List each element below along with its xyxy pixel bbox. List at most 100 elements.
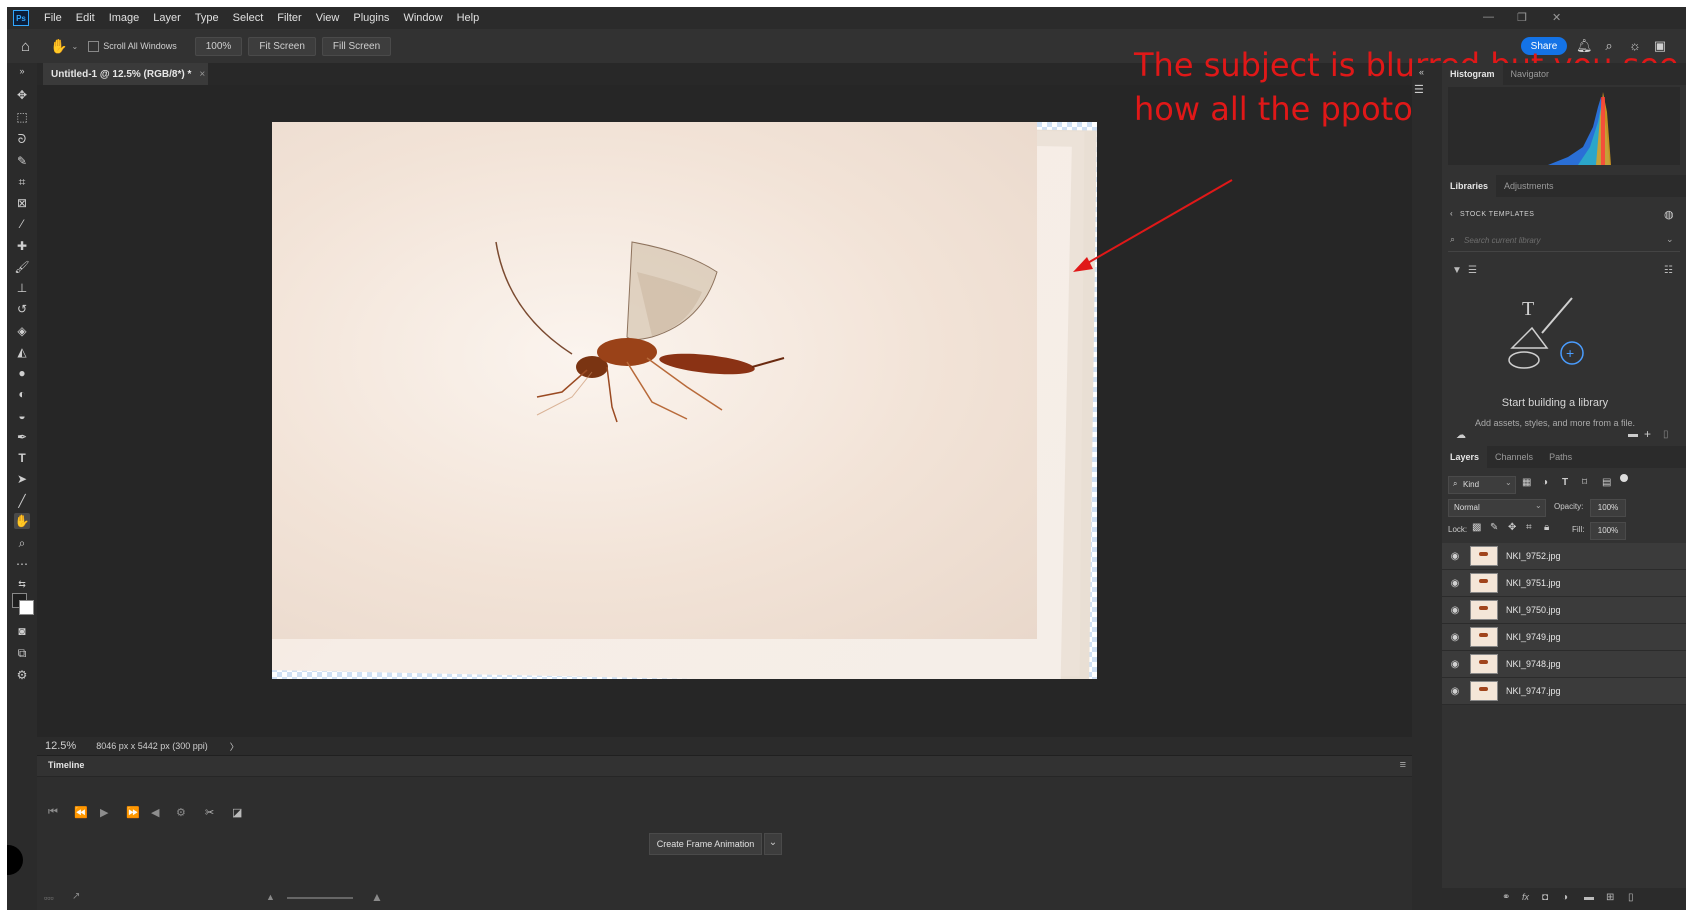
- eye-icon[interactable]: ◉: [1448, 551, 1462, 562]
- pixel-filter-icon[interactable]: ▦: [1522, 477, 1531, 488]
- tab-channels[interactable]: Channels: [1487, 446, 1541, 468]
- brush-tool-icon[interactable]: 🖌︎: [14, 259, 30, 275]
- filter-icon[interactable]: ▼: [1452, 265, 1462, 276]
- lasso-tool-icon[interactable]: ᘐ: [14, 131, 30, 147]
- lock-pixels-icon[interactable]: ✎: [1490, 522, 1498, 533]
- status-zoom[interactable]: 12.5%: [45, 740, 76, 752]
- more-tools-icon[interactable]: ⋯: [14, 556, 30, 572]
- menu-plugins[interactable]: Plugins: [346, 12, 396, 24]
- first-frame-icon[interactable]: ⏮: [48, 806, 58, 819]
- convert-icon[interactable]: ↗: [72, 891, 80, 902]
- document-canvas[interactable]: [272, 122, 1097, 679]
- zoom-out-icon[interactable]: ▲: [266, 892, 275, 902]
- layer-row[interactable]: ◉ NKI_9749.jpg: [1442, 624, 1686, 651]
- create-frame-animation-button[interactable]: Create Frame Animation: [649, 833, 762, 855]
- adjustment-filter-icon[interactable]: ◑: [1542, 477, 1548, 488]
- lock-position-icon[interactable]: ✥: [1508, 522, 1516, 533]
- screen-mode-icon[interactable]: ⧉: [14, 645, 30, 661]
- frame-tool-icon[interactable]: ⊠: [14, 195, 30, 211]
- quick-select-tool-icon[interactable]: ✎: [14, 153, 30, 169]
- hand-tool-icon[interactable]: ✋: [50, 38, 67, 55]
- filter-toggle[interactable]: [1620, 474, 1628, 482]
- menu-image[interactable]: Image: [102, 12, 147, 24]
- history-brush-tool-icon[interactable]: ↺: [14, 301, 30, 317]
- adjustment-layer-icon[interactable]: ◑: [1562, 892, 1568, 903]
- trash-icon[interactable]: ▯: [1663, 429, 1669, 440]
- type-tool-icon[interactable]: T: [14, 450, 30, 466]
- settings-icon[interactable]: ⚙: [176, 806, 186, 819]
- eye-icon[interactable]: ◉: [1448, 578, 1462, 589]
- scissors-icon[interactable]: ✂: [205, 806, 214, 819]
- play-icon[interactable]: ▶: [100, 806, 108, 819]
- eye-icon[interactable]: ◉: [1448, 659, 1462, 670]
- minimize-icon[interactable]: —: [1483, 11, 1494, 23]
- eye-icon[interactable]: ◉: [1448, 605, 1462, 616]
- menu-type[interactable]: Type: [188, 12, 226, 24]
- properties-icon[interactable]: ☰: [1414, 83, 1424, 96]
- transition-icon[interactable]: ◪: [232, 806, 242, 819]
- frames-icon[interactable]: ▫▫▫: [44, 893, 54, 903]
- account-icon[interactable]: ◍: [1664, 208, 1674, 221]
- eyedropper-tool-icon[interactable]: ⁄: [14, 216, 30, 232]
- expand-icon[interactable]: »: [14, 63, 30, 79]
- kind-filter-dropdown[interactable]: ⌕ Kind ⌄: [1448, 476, 1516, 494]
- scroll-all-checkbox[interactable]: [88, 40, 100, 52]
- layer-row[interactable]: ◉ NKI_9752.jpg: [1442, 543, 1686, 570]
- layer-row[interactable]: ◉ NKI_9748.jpg: [1442, 651, 1686, 678]
- panel-menu-icon[interactable]: ≡: [1400, 759, 1406, 771]
- add-mask-icon[interactable]: ◘: [1542, 892, 1548, 903]
- status-chevron-icon[interactable]: 〉: [230, 740, 239, 753]
- line-tool-icon[interactable]: ╱: [14, 493, 30, 509]
- fx-icon[interactable]: fx: [1522, 892, 1529, 902]
- menu-layer[interactable]: Layer: [146, 12, 188, 24]
- stamp-tool-icon[interactable]: ⊥: [14, 280, 30, 296]
- menu-edit[interactable]: Edit: [69, 12, 102, 24]
- menu-window[interactable]: Window: [396, 12, 449, 24]
- menu-view[interactable]: View: [309, 12, 347, 24]
- shape-filter-icon[interactable]: ⌑: [1582, 477, 1587, 488]
- new-group-icon[interactable]: ▬: [1584, 892, 1594, 903]
- zoom-tool-icon[interactable]: ⌕: [14, 535, 30, 551]
- sort-icon[interactable]: ☰: [1468, 265, 1477, 276]
- chevron-down-icon[interactable]: ⌄: [764, 833, 782, 855]
- library-search[interactable]: ⌕ Search current library ⌄: [1448, 231, 1680, 252]
- eye-icon[interactable]: ◉: [1448, 632, 1462, 643]
- previous-frame-icon[interactable]: ⏪: [74, 806, 88, 819]
- zoom-100-button[interactable]: 100%: [194, 36, 243, 56]
- zoom-slider[interactable]: [287, 897, 353, 899]
- move-tool-icon[interactable]: ✥: [14, 87, 30, 103]
- chevron-down-icon[interactable]: ⌄: [1666, 234, 1674, 245]
- crop-tool-icon[interactable]: ⌗: [14, 174, 30, 190]
- tab-libraries[interactable]: Libraries: [1442, 175, 1497, 197]
- tab-paths[interactable]: Paths: [1541, 446, 1580, 468]
- collapse-icon[interactable]: «: [1419, 67, 1424, 77]
- paint-bucket-tool-icon[interactable]: ◭: [14, 344, 30, 360]
- layer-row[interactable]: ◉ NKI_9750.jpg: [1442, 597, 1686, 624]
- chevron-down-icon[interactable]: ⌄: [72, 42, 79, 51]
- layer-row[interactable]: ◉ NKI_9747.jpg: [1442, 678, 1686, 705]
- sponge-tool-icon[interactable]: ◒: [14, 408, 30, 424]
- cloud-icon[interactable]: ☁: [1456, 430, 1466, 441]
- tab-navigator[interactable]: Navigator: [1503, 63, 1558, 85]
- menu-filter[interactable]: Filter: [270, 12, 308, 24]
- menu-help[interactable]: Help: [450, 12, 487, 24]
- tab-layers[interactable]: Layers: [1442, 446, 1488, 468]
- eye-icon[interactable]: ◉: [1448, 686, 1462, 697]
- back-chevron-icon[interactable]: ‹: [1450, 209, 1453, 218]
- fit-screen-button[interactable]: Fit Screen: [248, 36, 316, 56]
- delete-layer-icon[interactable]: ▯: [1628, 892, 1634, 903]
- restore-icon[interactable]: ❐: [1517, 11, 1527, 24]
- home-icon[interactable]: ⌂: [21, 38, 30, 55]
- marquee-tool-icon[interactable]: ⬚: [14, 109, 30, 125]
- audio-icon[interactable]: ◀: [151, 806, 159, 819]
- add-icon[interactable]: +: [1644, 427, 1651, 441]
- smart-object-filter-icon[interactable]: ▤: [1602, 477, 1611, 488]
- quick-mask-icon[interactable]: ◙: [14, 623, 30, 639]
- blend-mode-dropdown[interactable]: Normal ⌄: [1448, 499, 1546, 517]
- menu-file[interactable]: File: [37, 12, 69, 24]
- type-filter-icon[interactable]: T: [1562, 477, 1568, 488]
- link-layers-icon[interactable]: ⚭: [1502, 892, 1510, 903]
- layer-row[interactable]: ◉ NKI_9751.jpg: [1442, 570, 1686, 597]
- opacity-input[interactable]: 100%: [1590, 499, 1626, 517]
- new-layer-icon[interactable]: ⊞: [1606, 892, 1614, 903]
